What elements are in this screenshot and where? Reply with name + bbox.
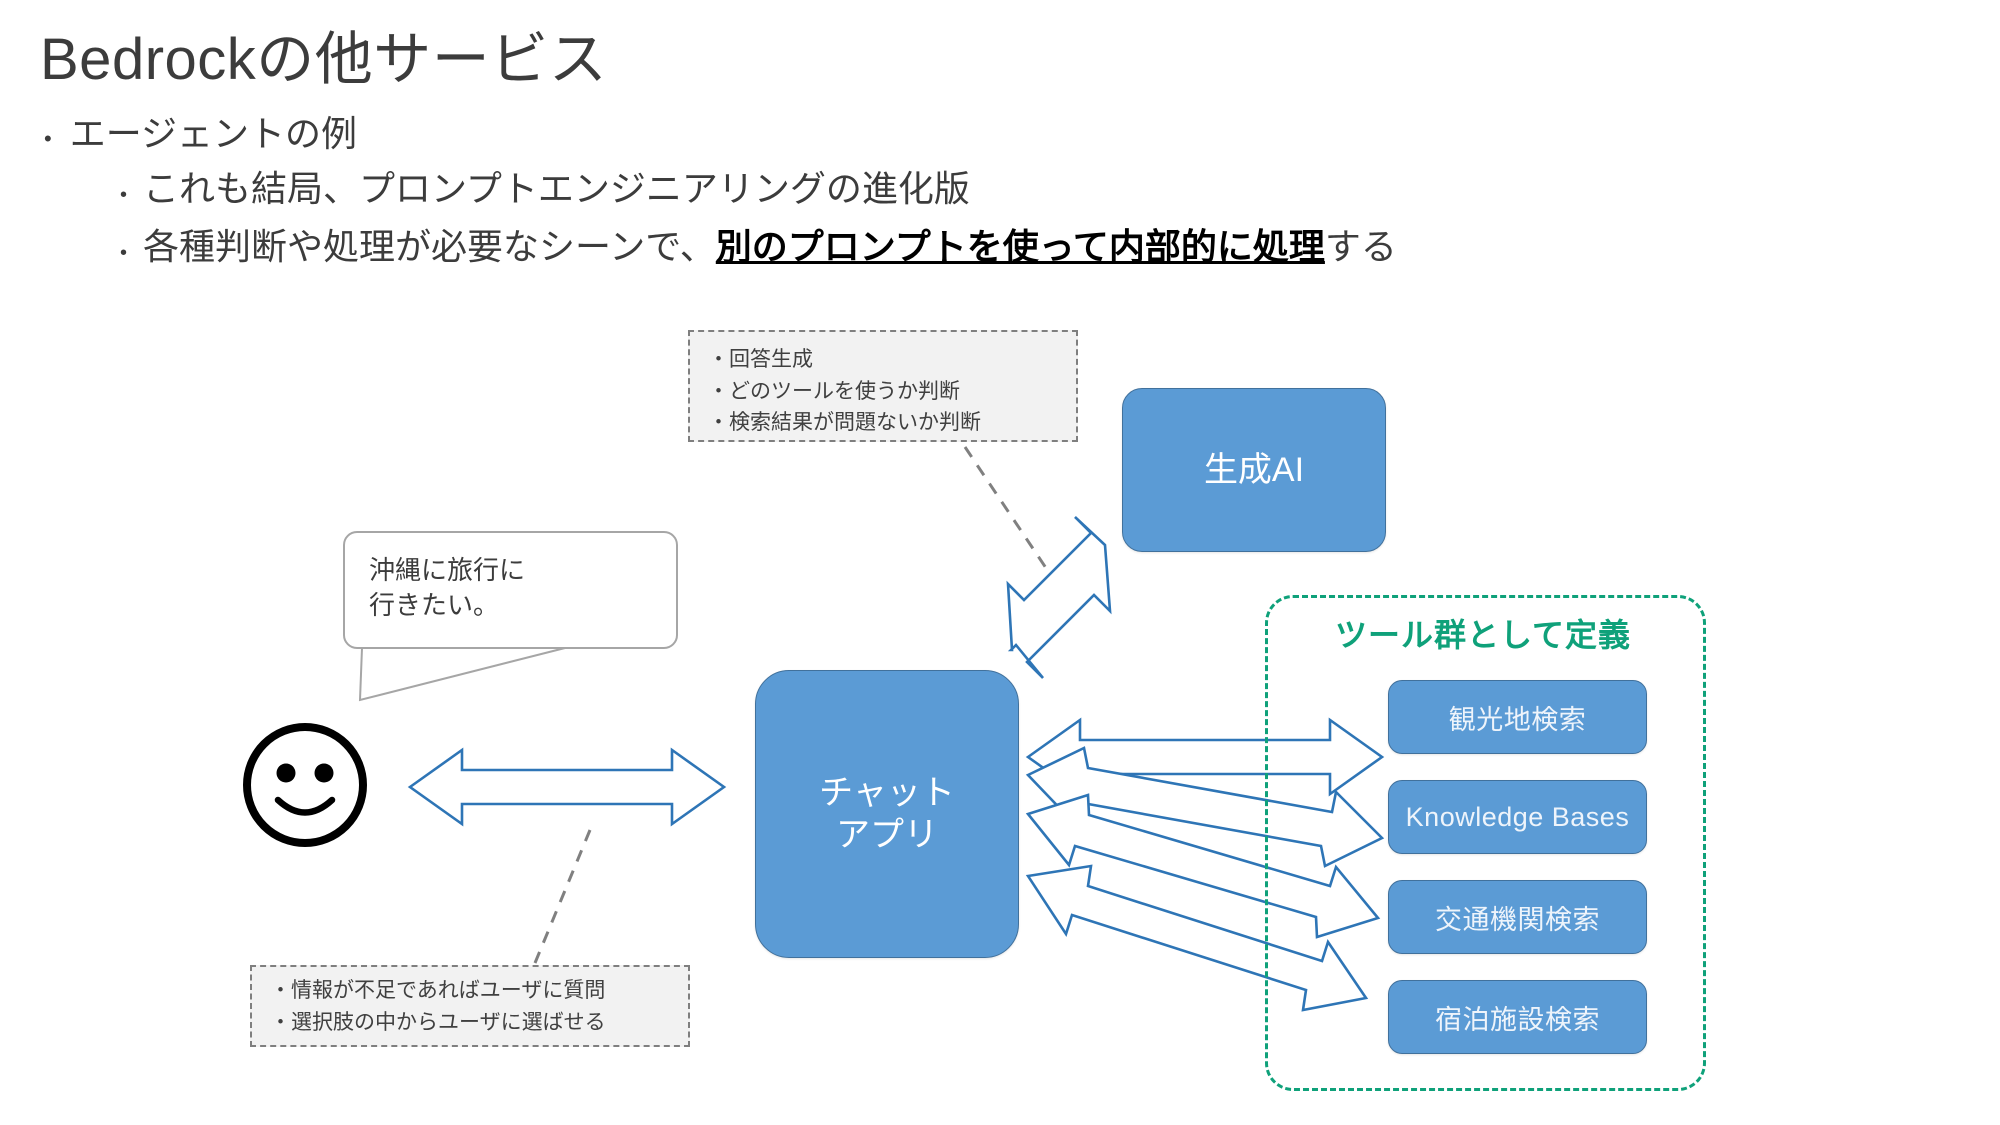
speech-bubble-tail xyxy=(358,647,566,702)
speech-bubble-line1: 沖縄に旅行に xyxy=(369,555,526,585)
tool-item-label: 宿泊施設検索 xyxy=(1435,1004,1600,1035)
node-chat-app-label-line2: アプリ xyxy=(835,816,938,854)
tools-group-label: ツール群として定義 xyxy=(1334,617,1632,653)
annotation-note-genai: ・回答生成 ・どのツールを使うか判断 ・検索結果が問題ないか判断 xyxy=(688,330,1078,442)
annotation-note-genai-line3: ・検索結果が問題ないか判断 xyxy=(708,411,981,434)
annotation-note-user-line2: ・選択肢の中からユーザに選ばせる xyxy=(270,1010,606,1034)
node-chat-app[interactable]: チャット アプリ xyxy=(755,670,1019,958)
arrow-chatapp-genai xyxy=(1006,516,1112,679)
bullet-level2-first: • これも結局、プロンプトエンジニアリングの進化版 xyxy=(120,160,970,212)
bullet-level1-text: エージェントの例 xyxy=(69,113,357,154)
page-title: Bedrockの他サービス xyxy=(40,27,608,92)
speech-bubble: 沖縄に旅行に 行きたい。 xyxy=(343,531,678,649)
tool-item-transport-search[interactable]: 交通機関検索 xyxy=(1388,880,1647,954)
tool-item-accommodation-search[interactable]: 宿泊施設検索 xyxy=(1388,980,1647,1054)
user-smiley-face-icon xyxy=(243,723,367,847)
annotation-note-genai-line1: ・回答生成 xyxy=(708,348,813,371)
bullet-level2-second-suffix: する xyxy=(1324,226,1397,267)
node-chat-app-label: チャット アプリ xyxy=(819,772,955,857)
bullet-marker-icon: • xyxy=(120,184,128,206)
bullet-level2-second-emphasis: 別のプロンプトを使って内部的に処理 xyxy=(715,226,1325,267)
speech-bubble-line2: 行きたい。 xyxy=(369,590,500,621)
leader-line-top-note xyxy=(963,446,1048,569)
tool-item-sightseeing-search[interactable]: 観光地検索 xyxy=(1388,680,1647,754)
bullet-level2-second-prefix: 各種判断や処理が必要なシーンで、 xyxy=(143,226,716,267)
node-chat-app-label-line1: チャット xyxy=(819,773,955,812)
tool-item-label: 交通機関検索 xyxy=(1435,904,1600,935)
tool-item-label: Knowledge Bases xyxy=(1405,801,1630,832)
bullet-marker-icon: • xyxy=(44,126,52,151)
annotation-note-user: ・情報が不足であればユーザに質問 ・選択肢の中からユーザに選ばせる xyxy=(250,965,690,1047)
annotation-note-user-line1: ・情報が不足であればユーザに質問 xyxy=(270,979,606,1002)
bullet-level1: • エージェントの例 xyxy=(44,105,357,157)
tool-item-label: 観光地検索 xyxy=(1448,704,1587,735)
bullet-level2-second: • 各種判断や処理が必要なシーンで、 別のプロンプトを使って内部的に処理 する xyxy=(120,218,1397,270)
slide-canvas: Bedrockの他サービス • エージェントの例 • これも結局、プロンプトエン… xyxy=(0,0,2000,1125)
tool-item-knowledge-bases[interactable]: Knowledge Bases xyxy=(1388,780,1647,854)
leader-line-bottom-note xyxy=(533,829,592,964)
arrow-user-chatapp xyxy=(407,747,727,827)
annotation-note-genai-line2: ・どのツールを使うか判断 xyxy=(708,379,960,403)
node-generative-ai-label: 生成AI xyxy=(1203,450,1305,489)
node-generative-ai[interactable]: 生成AI xyxy=(1122,388,1386,552)
bullet-level2-first-text: これも結局、プロンプトエンジニアリングの進化版 xyxy=(143,168,970,209)
bullet-marker-icon: • xyxy=(120,242,128,264)
